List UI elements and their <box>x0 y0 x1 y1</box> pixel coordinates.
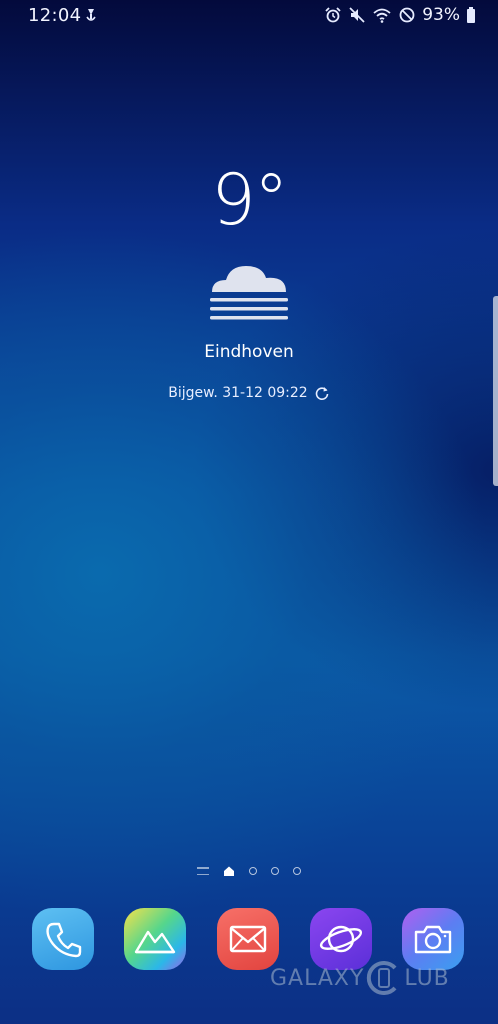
email-icon <box>229 925 267 953</box>
fog-icon <box>210 266 288 320</box>
gallery-icon <box>134 930 176 954</box>
battery-percent: 93% <box>422 5 460 25</box>
camera-icon <box>414 925 452 954</box>
status-time: 12:04 <box>28 5 82 26</box>
last-updated: Bijgew. 31-12 09:22 <box>0 385 498 401</box>
page-indicator-dot[interactable] <box>293 867 301 875</box>
home-screen: { "status_bar": { "time": "12:04", "batt… <box>0 0 498 1024</box>
page-indicator-dot[interactable] <box>271 867 279 875</box>
internet-icon <box>319 925 363 953</box>
page-indicator-home-icon[interactable] <box>223 865 235 877</box>
mute-icon <box>349 7 365 23</box>
email-app[interactable] <box>217 908 279 970</box>
mic-notification-icon <box>86 9 96 21</box>
do-not-disturb-icon <box>399 7 415 23</box>
alarm-icon <box>325 7 341 23</box>
page-indicator-lines[interactable] <box>197 867 209 875</box>
temperature: 9° <box>211 159 289 241</box>
status-icons: 93% <box>318 4 476 26</box>
status-bar: 12:04 93% <box>0 0 498 32</box>
app-dock <box>0 906 498 976</box>
page-indicator <box>0 864 498 878</box>
page-indicator-dot[interactable] <box>249 867 257 875</box>
battery-icon <box>467 7 475 23</box>
phone-app[interactable] <box>32 908 94 970</box>
phone-icon <box>46 922 82 958</box>
internet-app[interactable] <box>310 908 372 970</box>
wifi-icon <box>373 8 391 23</box>
city-name: Eindhoven <box>204 342 294 362</box>
gallery-app[interactable] <box>124 908 186 970</box>
refresh-icon[interactable] <box>314 385 330 401</box>
edge-panel-handle[interactable] <box>493 296 498 486</box>
camera-app[interactable] <box>402 908 464 970</box>
weather-widget[interactable]: 9° Eindhoven Bijgew. 31-12 09:22 <box>0 160 498 410</box>
last-updated-text: Bijgew. 31-12 09:22 <box>168 385 308 401</box>
